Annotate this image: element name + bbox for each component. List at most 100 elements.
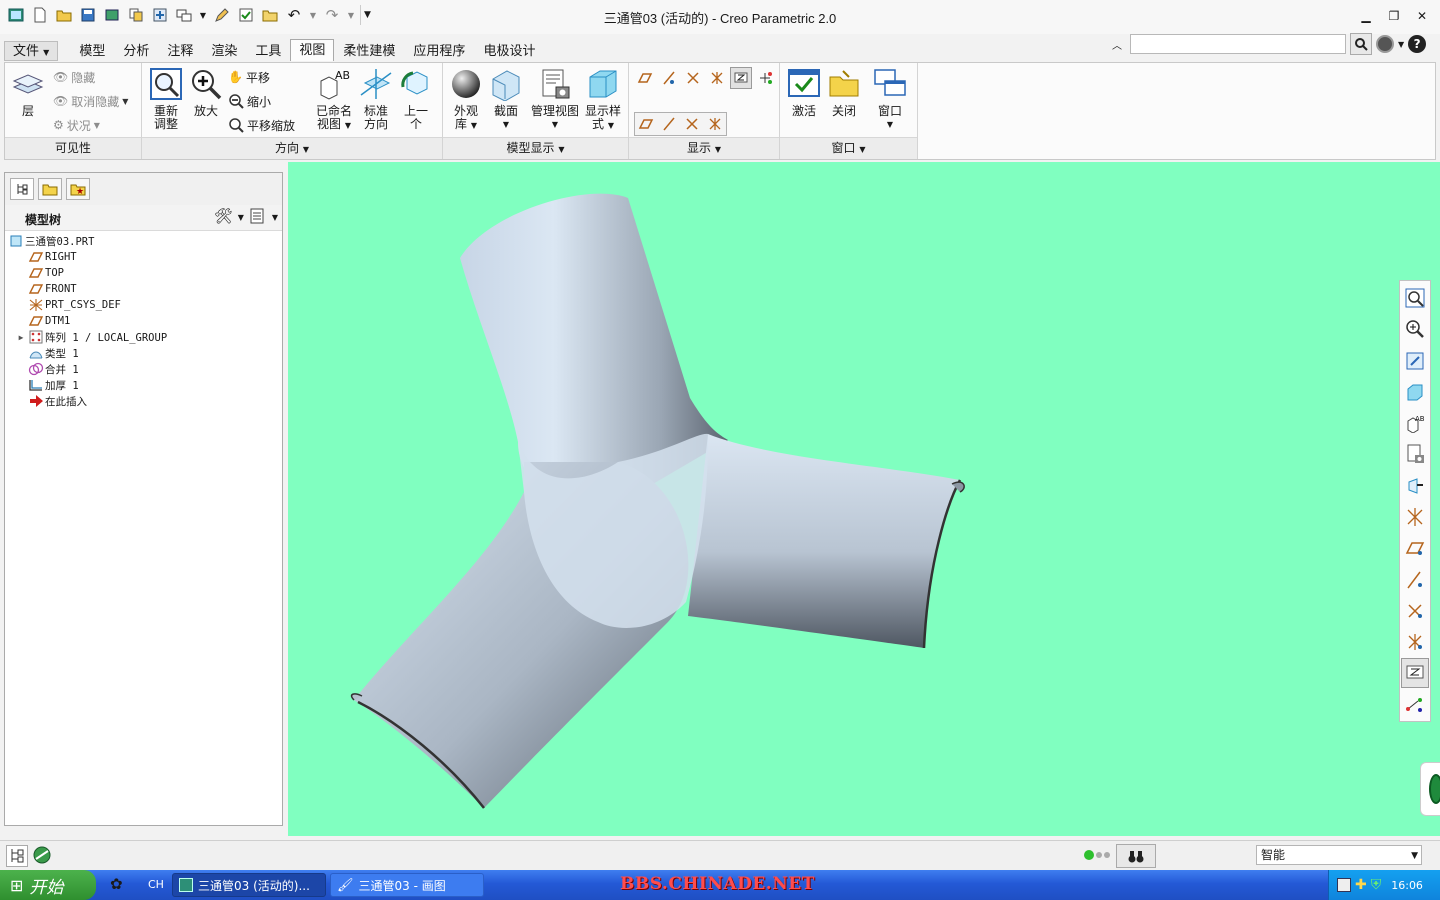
point-display-toggle[interactable]	[682, 67, 704, 89]
search-button[interactable]	[1350, 33, 1372, 55]
group-label-model-display[interactable]: 模型显示 ▼	[443, 137, 628, 159]
standard-orientation-button[interactable]: 标准 方向	[358, 67, 394, 131]
close-button-ribbon[interactable]: 关闭	[824, 67, 864, 118]
csys-display-toggle[interactable]	[706, 67, 728, 89]
file-menu[interactable]: 文件 ▼	[4, 41, 59, 61]
tree-item-csys[interactable]: PRT_CSYS_DEF	[5, 297, 282, 313]
show-list-icon[interactable]	[248, 207, 268, 227]
quick-launch-icon[interactable]: ✿	[110, 875, 130, 895]
folder-browser-tab[interactable]	[38, 178, 62, 200]
network-icon[interactable]	[1337, 878, 1351, 892]
tab-tools[interactable]: 工具	[246, 41, 290, 61]
point-tag-toggle[interactable]	[681, 113, 703, 135]
find-button[interactable]	[1116, 844, 1156, 868]
clock[interactable]: 16:06	[1391, 879, 1423, 892]
annotation-display-view-button[interactable]	[1401, 658, 1429, 689]
pan-zoom-button[interactable]: 平移缩放	[228, 114, 295, 136]
tree-item-right[interactable]: RIGHT	[5, 249, 282, 265]
tab-view[interactable]: 视图	[290, 39, 335, 61]
tree-item-merge[interactable]: 合并 1	[5, 361, 282, 377]
model-tree-tab[interactable]	[10, 178, 34, 200]
zoom-out-button[interactable]: 缩小	[228, 90, 271, 112]
start-button[interactable]: ⊞ 开始	[0, 870, 96, 900]
restore-button[interactable]: ❐	[1382, 6, 1406, 26]
unhide-button[interactable]: 👁 取消隐藏 ▼	[53, 90, 128, 112]
zoom-in-button[interactable]: 放大	[188, 67, 224, 118]
tab-flexible-modeling[interactable]: 柔性建模	[334, 41, 404, 61]
search-input[interactable]	[1130, 34, 1346, 54]
corner-tab[interactable]	[1420, 762, 1440, 816]
hide-button[interactable]: 👁 隐藏	[53, 66, 95, 88]
appearance-gallery-button[interactable]: 外观 库 ▼	[447, 67, 485, 132]
tree-item-front[interactable]: FRONT	[5, 281, 282, 297]
axis-display-view-button[interactable]	[1401, 565, 1429, 595]
tab-render[interactable]: 渲染	[202, 41, 246, 61]
selection-filter-dropdown[interactable]: 智能 ▼	[1256, 845, 1422, 865]
tab-applications[interactable]: 应用程序	[404, 41, 474, 61]
taskbar-item-paint[interactable]: 🖌 三通管03 - 画图	[330, 873, 484, 897]
tree-item-dtm1[interactable]: DTM1	[5, 313, 282, 329]
pipe-branch-right[interactable]	[688, 434, 960, 648]
saved-orientations-button[interactable]: AB	[1401, 408, 1429, 438]
plane-tag-toggle[interactable]	[635, 113, 657, 135]
spin-center-toggle[interactable]	[754, 67, 776, 89]
tree-item-pattern[interactable]: ▶ 阵列 1 / LOCAL_GROUP	[5, 329, 282, 345]
zoom-in-view-button[interactable]	[1401, 314, 1429, 344]
browser-icon[interactable]	[1376, 35, 1394, 53]
antivirus-icon[interactable]: ⛨	[1371, 877, 1382, 893]
refit-view-button[interactable]	[1401, 283, 1429, 313]
security-shield-icon[interactable]: ✚	[1355, 877, 1367, 893]
minimize-button[interactable]: ▁	[1354, 6, 1378, 26]
previous-view-button[interactable]: 上一 个	[398, 67, 434, 131]
tree-item-part[interactable]: 三通管03.PRT	[5, 233, 282, 249]
language-indicator[interactable]: CH	[148, 878, 164, 891]
spin-center-view-button[interactable]	[1401, 502, 1429, 532]
axis-tag-toggle[interactable]	[658, 113, 680, 135]
tree-item-top[interactable]: TOP	[5, 265, 282, 281]
collapse-ribbon-icon[interactable]: ︿	[1112, 37, 1126, 52]
windows-button[interactable]: 窗口 ▼	[870, 67, 910, 131]
browser-toggle-button[interactable]	[32, 845, 54, 867]
csys-display-view-button[interactable]	[1401, 627, 1429, 657]
tab-model[interactable]: 模型	[70, 41, 114, 61]
spin-center-toggle-view[interactable]	[1401, 690, 1429, 720]
group-label-orientation[interactable]: 方向 ▼	[142, 137, 442, 159]
layer-button[interactable]: 层	[9, 67, 47, 118]
tab-annotate[interactable]: 注释	[158, 41, 202, 61]
group-label-window[interactable]: 窗口 ▼	[780, 137, 917, 159]
help-icon[interactable]: ?	[1408, 35, 1427, 53]
tree-item-style[interactable]: 类型 1	[5, 345, 282, 361]
pan-button[interactable]: ✋ 平移	[228, 66, 270, 88]
group-label-show[interactable]: 显示 ▼	[629, 137, 779, 159]
point-display-view-button[interactable]	[1401, 596, 1429, 626]
named-views-button[interactable]: AB 已命名 视图 ▼	[314, 67, 354, 132]
dropdown-arrow-icon[interactable]: ▼	[1398, 40, 1404, 49]
expand-arrow-icon[interactable]: ▶	[15, 329, 27, 345]
plane-display-view-button[interactable]	[1401, 533, 1429, 563]
dropdown-arrow-icon[interactable]: ▼	[272, 213, 278, 222]
navigator-toggle-button[interactable]	[6, 845, 28, 867]
display-style-view-button[interactable]	[1401, 377, 1429, 407]
tee-pipe-model[interactable]	[288, 162, 1440, 836]
display-style-button[interactable]: 显示样 式 ▼	[583, 67, 623, 132]
csys-tag-toggle[interactable]	[704, 113, 726, 135]
manage-views-button[interactable]: 管理视图 ▼	[529, 67, 581, 131]
tree-item-insert-here[interactable]: 在此插入	[5, 393, 282, 409]
close-button[interactable]: ✕	[1410, 6, 1434, 26]
settings-tools-icon[interactable]: 🛠	[214, 207, 234, 227]
favorites-tab[interactable]: ★	[66, 178, 90, 200]
section-button[interactable]: 截面 ▼	[487, 67, 525, 131]
repaint-button[interactable]	[1401, 346, 1429, 376]
graphics-window[interactable]	[288, 162, 1440, 836]
status-button[interactable]: ⚙ 状况 ▼	[53, 114, 100, 136]
dropdown-arrow-icon[interactable]: ▼	[238, 213, 244, 222]
view-manager-button[interactable]	[1401, 439, 1429, 469]
tab-electrode-design[interactable]: 电极设计	[474, 41, 544, 61]
tab-analysis[interactable]: 分析	[114, 41, 158, 61]
axis-display-toggle[interactable]	[658, 67, 680, 89]
activate-button[interactable]: 激活	[784, 67, 824, 118]
refit-button[interactable]: 重新 调整	[148, 67, 184, 131]
plane-display-toggle[interactable]	[634, 67, 656, 89]
annotation-display-toggle[interactable]	[730, 67, 752, 89]
tree-item-thicken[interactable]: 加厚 1	[5, 377, 282, 393]
